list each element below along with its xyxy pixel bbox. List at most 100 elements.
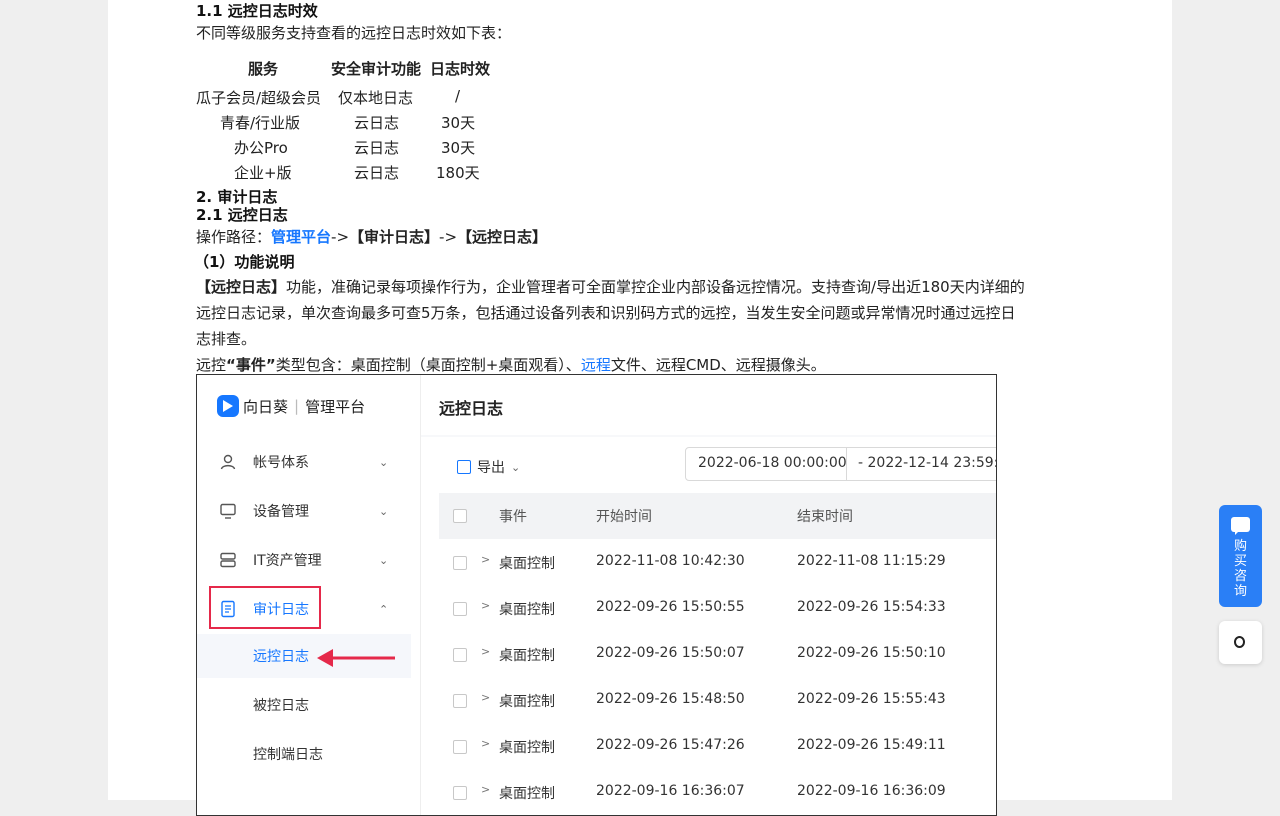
cell-event: 桌面控制 xyxy=(499,648,555,664)
heading-2-1: 2.1 远控日志 xyxy=(196,206,288,224)
expand-chevron-icon[interactable]: > xyxy=(481,645,490,658)
table-header-row: 服务 安全审计功能 日志时效 xyxy=(196,58,516,83)
desc-line-1: 【远控日志】功能，准确记录每项操作行为，企业管理者可全面掌控企业内部设备远控情况… xyxy=(196,276,1025,297)
table-row[interactable]: > 桌面控制 2022-09-26 15:50:55 2022-09-26 15… xyxy=(439,586,996,633)
sidebar: 向日葵 | 管理平台 帐号体系 ⌄ 设备管理 ⌄ IT资产管理 ⌄ 审计日志 ⌃… xyxy=(197,375,421,815)
export-button[interactable]: 导出 ⌄ xyxy=(457,457,520,477)
date-end[interactable]: - 2022-12-14 23:59:59 xyxy=(858,455,996,471)
server-icon xyxy=(220,552,236,568)
path-prefix: 操作路径： xyxy=(196,228,272,246)
table-cell: 云日志 xyxy=(354,139,400,157)
cell-start: 2022-09-26 15:50:07 xyxy=(596,645,745,661)
intro-text: 不同等级服务支持查看的远控日志时效如下表： xyxy=(196,24,512,42)
table-cell: 企业+版 xyxy=(234,164,292,182)
chevron-down-icon: ⌄ xyxy=(511,460,521,474)
sidebar-item-label: IT资产管理 xyxy=(253,553,322,569)
cell-end: 2022-09-26 15:50:10 xyxy=(797,645,946,661)
column-header-start: 开始时间 xyxy=(596,509,652,525)
expand-chevron-icon[interactable]: > xyxy=(481,691,490,704)
cell-event: 桌面控制 xyxy=(499,694,555,710)
buy-consult-char: 咨 xyxy=(1233,569,1247,584)
date-start[interactable]: 2022-06-18 00:00:00 xyxy=(698,455,847,471)
expand-chevron-icon[interactable]: > xyxy=(481,599,490,612)
cell-start: 2022-09-26 15:50:55 xyxy=(596,599,745,615)
buy-consult-button[interactable]: 购买咨询 xyxy=(1219,505,1262,607)
path-arrow: -> xyxy=(331,228,350,246)
table-row: 企业+版 云日志 180天 xyxy=(196,162,516,187)
cell-event: 桌面控制 xyxy=(499,602,555,618)
cell-start: 2022-09-26 15:47:26 xyxy=(596,737,745,753)
table-row[interactable]: > 桌面控制 2022-09-26 15:48:50 2022-09-26 15… xyxy=(439,678,996,725)
desc-text: 功能，准确记录每项操作行为，企业管理者可全面掌控企业内部设备远控情况。支持查询/… xyxy=(286,278,1025,296)
table-row[interactable]: > 桌面控制 2022-09-16 16:36:07 2022-09-16 16… xyxy=(439,770,996,815)
event-prefix: 远控 xyxy=(196,356,227,374)
chevron-down-icon: ⌄ xyxy=(379,504,389,518)
row-checkbox[interactable] xyxy=(453,602,467,616)
cell-end: 2022-09-26 15:49:11 xyxy=(797,737,946,753)
cell-event: 桌面控制 xyxy=(499,786,555,802)
cell-event: 桌面控制 xyxy=(499,740,555,756)
row-checkbox[interactable] xyxy=(453,786,467,800)
row-checkbox[interactable] xyxy=(453,648,467,662)
row-checkbox[interactable] xyxy=(453,740,467,754)
buy-consult-char: 买 xyxy=(1233,554,1247,569)
sidebar-item-devices[interactable]: 设备管理 ⌄ xyxy=(197,491,420,531)
row-checkbox[interactable] xyxy=(453,556,467,570)
row-checkbox[interactable] xyxy=(453,694,467,708)
table-cell: 仅本地日志 xyxy=(338,89,414,107)
sidebar-item-it-assets[interactable]: IT资产管理 ⌄ xyxy=(197,540,420,580)
logo-separator: | xyxy=(294,397,300,415)
chevron-down-icon: ⌄ xyxy=(379,455,389,469)
sidebar-item-account[interactable]: 帐号体系 ⌄ xyxy=(197,442,420,482)
buy-consult-label: 购买咨询 xyxy=(1219,539,1262,599)
page-title: 远控日志 xyxy=(439,399,504,418)
table-cell: 瓜子会员/超级会员 xyxy=(196,89,322,107)
heading-1-1: 1.1 远控日志时效 xyxy=(196,2,318,20)
table-row[interactable]: > 桌面控制 2022-09-26 15:50:07 2022-09-26 15… xyxy=(439,632,996,679)
operation-path: 操作路径：管理平台->【审计日志】->【远控日志】 xyxy=(196,226,547,247)
desc-bold: 【远控日志】 xyxy=(196,278,287,296)
event-link-remote[interactable]: 远程 xyxy=(581,356,611,374)
embedded-screenshot: 向日葵 | 管理平台 帐号体系 ⌄ 设备管理 ⌄ IT资产管理 ⌄ 审计日志 ⌃… xyxy=(196,374,997,816)
path-remote-log: 【远控日志】 xyxy=(457,228,548,246)
support-face-icon xyxy=(1234,636,1245,648)
expand-chevron-icon[interactable]: > xyxy=(481,553,490,566)
path-link-admin-platform[interactable]: 管理平台 xyxy=(271,228,331,246)
table-row: 瓜子会员/超级会员 仅本地日志 / xyxy=(196,87,516,112)
date-range-picker[interactable]: 2022-06-18 00:00:00 - 2022-12-14 23:59:5… xyxy=(685,447,996,481)
table-cell: 180天 xyxy=(436,164,480,182)
support-avatar-button[interactable] xyxy=(1219,621,1262,664)
subnav-controller-log[interactable]: 控制端日志 xyxy=(197,732,411,776)
red-arrow-icon xyxy=(317,649,395,667)
expand-chevron-icon[interactable]: > xyxy=(481,783,490,796)
buy-consult-char: 询 xyxy=(1233,584,1247,599)
highlight-box xyxy=(209,586,321,629)
select-all-checkbox[interactable] xyxy=(453,509,467,523)
desc-line-3: 志排查。 xyxy=(196,330,257,348)
table-cell: / xyxy=(455,87,461,105)
main-panel: 远控日志 导出 ⌄ 2022-06-18 00:00:00 - 2022-12-… xyxy=(421,375,996,815)
table-cell: 30天 xyxy=(441,139,476,157)
cell-start: 2022-09-16 16:36:07 xyxy=(596,783,745,799)
event-types: 远控“事件”类型包含：桌面控制（桌面控制+桌面观看）、远程文件、远程CMD、远程… xyxy=(196,354,826,375)
export-icon xyxy=(457,460,471,474)
table-header: 事件 开始时间 结束时间 xyxy=(439,493,996,539)
user-icon xyxy=(220,454,236,470)
subnav-label: 控制端日志 xyxy=(253,747,323,763)
cell-event: 桌面控制 xyxy=(499,556,555,572)
chevron-down-icon: ⌄ xyxy=(379,553,389,567)
event-rest: 文件、远程CMD、远程摄像头。 xyxy=(610,356,826,374)
title-bar: 远控日志 xyxy=(421,375,996,435)
table-row[interactable]: > 桌面控制 2022-09-26 15:47:26 2022-09-26 15… xyxy=(439,724,996,771)
cell-end: 2022-11-08 11:15:29 xyxy=(797,553,946,569)
monitor-icon xyxy=(220,503,236,519)
expand-chevron-icon[interactable]: > xyxy=(481,737,490,750)
column-header-event: 事件 xyxy=(499,509,527,525)
cell-end: 2022-09-26 15:55:43 xyxy=(797,691,946,707)
table-cell: 30天 xyxy=(441,114,476,132)
date-divider xyxy=(846,448,847,480)
table-row[interactable]: > 桌面控制 2022-11-08 10:42:30 2022-11-08 11… xyxy=(439,540,996,587)
table-header-cell: 日志时效 xyxy=(430,60,491,78)
subnav-controlled-log[interactable]: 被控日志 xyxy=(197,683,411,727)
cell-start: 2022-11-08 10:42:30 xyxy=(596,553,745,569)
